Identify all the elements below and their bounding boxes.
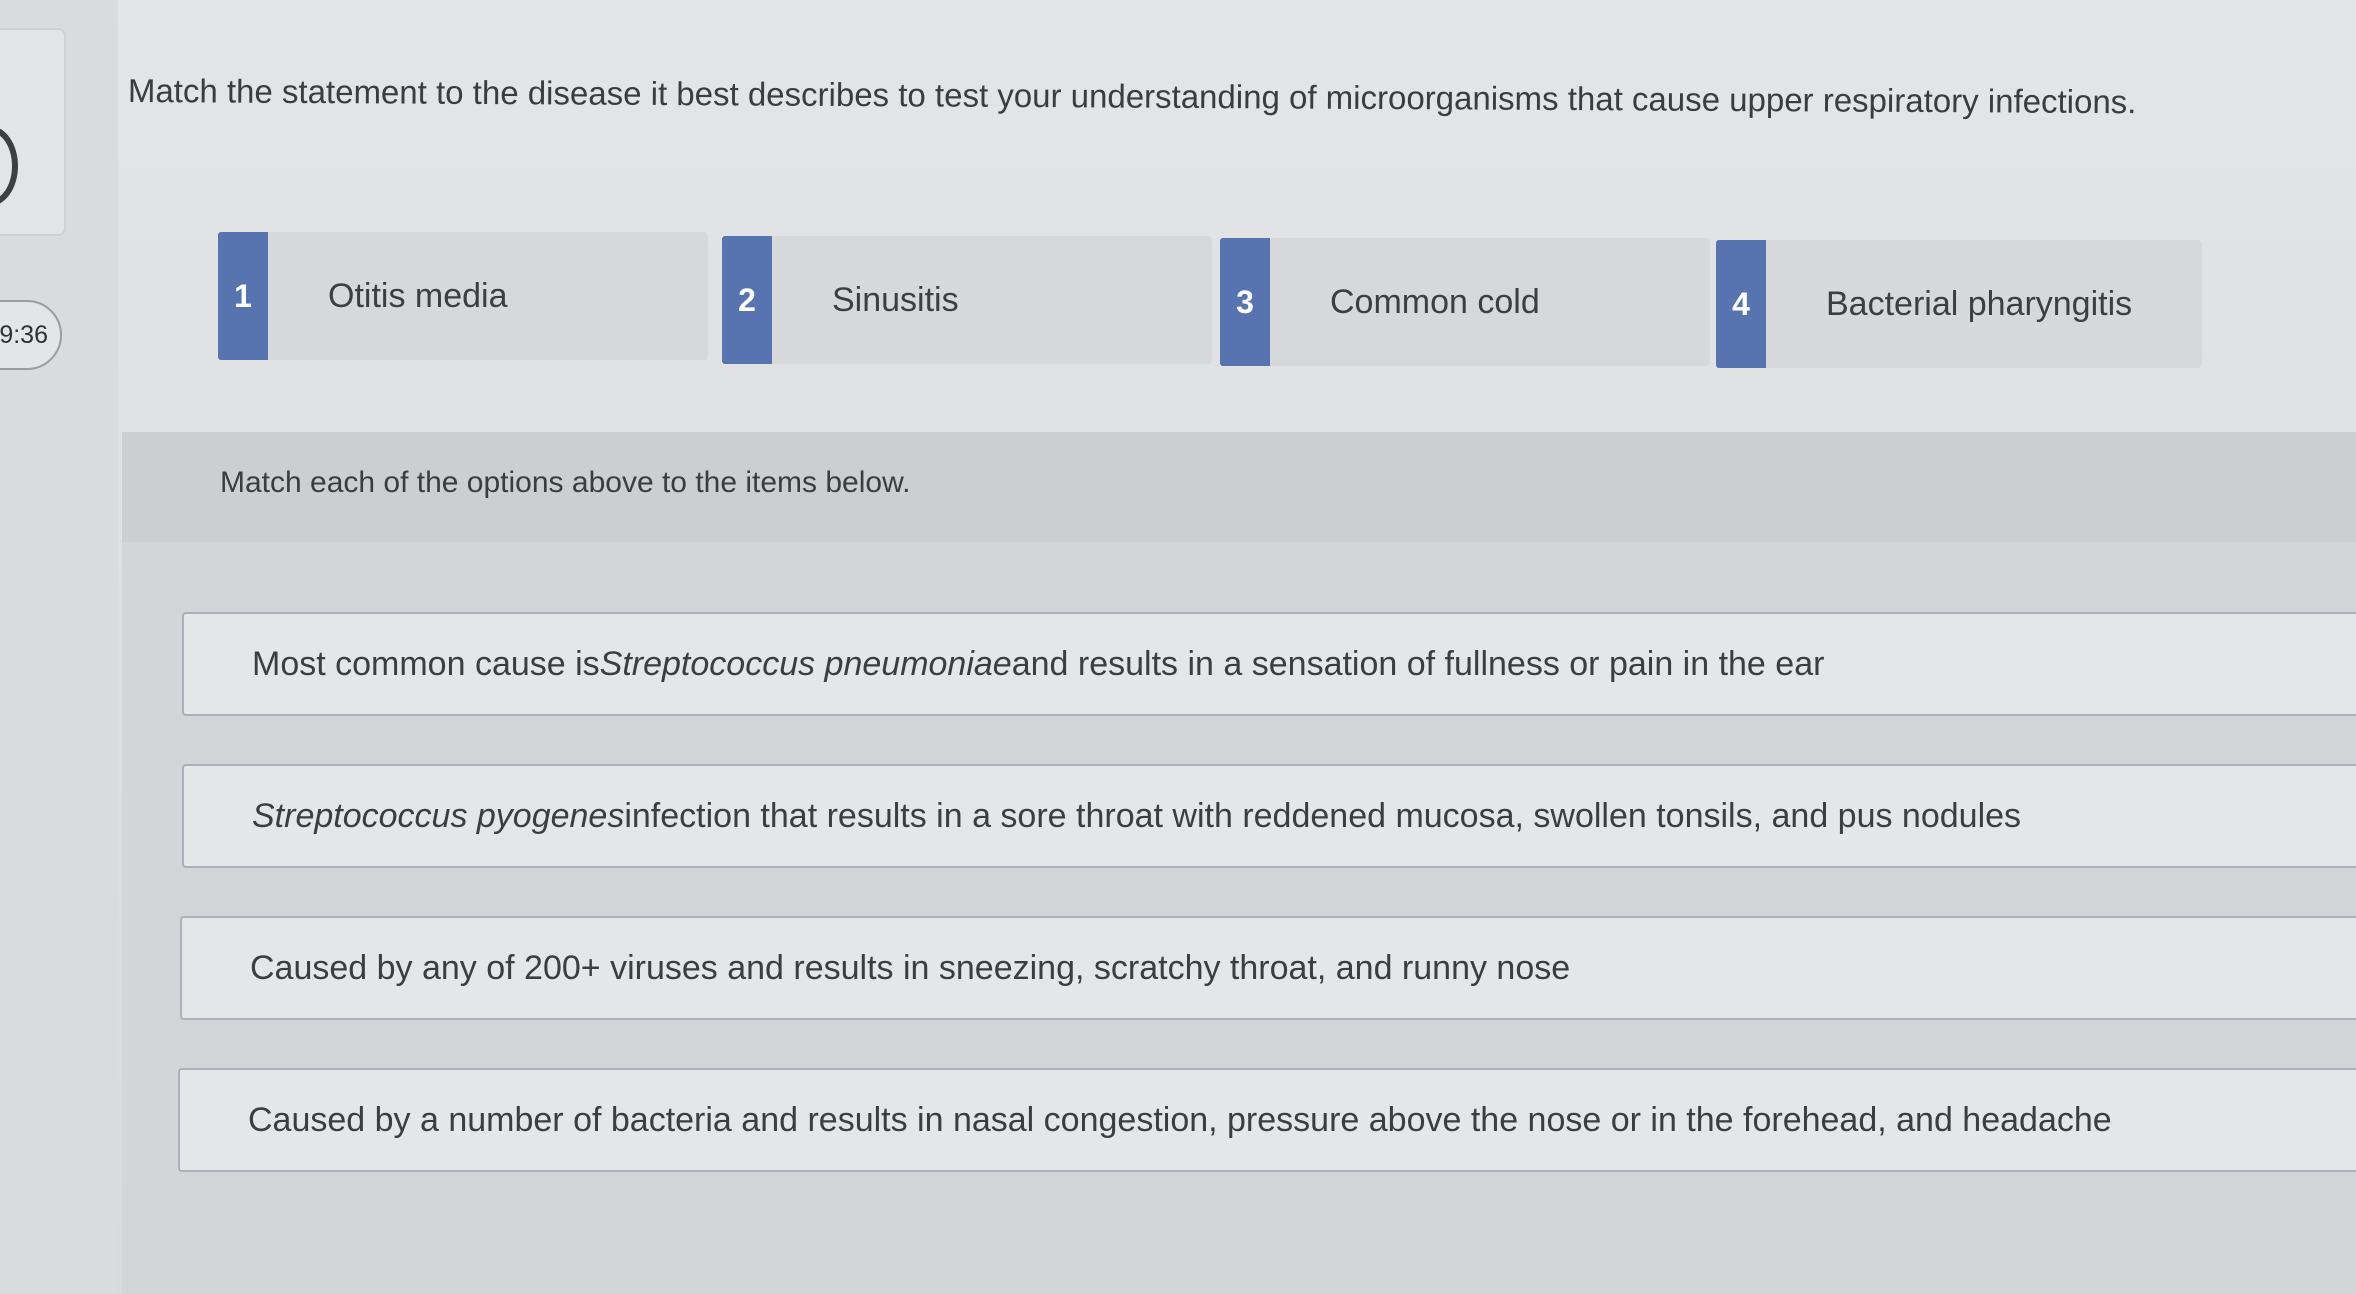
match-item-organism: Streptococcus pneumoniae: [599, 644, 1012, 683]
option-chip-3[interactable]: 3 Common cold: [1220, 238, 1710, 366]
match-item-4[interactable]: Caused by a number of bacteria and resul…: [178, 1068, 2356, 1172]
match-item-pre: Caused by a number of bacteria and resul…: [248, 1100, 2112, 1139]
progress-card[interactable]: [0, 28, 66, 236]
match-item-3[interactable]: Caused by any of 200+ viruses and result…: [180, 916, 2356, 1020]
option-number-badge: 4: [1716, 240, 1766, 368]
option-number-badge: 3: [1220, 238, 1270, 366]
option-label: Sinusitis: [832, 280, 959, 319]
timer-text: 9:36: [0, 320, 48, 349]
option-number-badge: 1: [218, 232, 268, 360]
question-instruction: Match the statement to the disease it be…: [127, 72, 2137, 121]
match-item-pre: Caused by any of 200+ viruses and result…: [250, 948, 1571, 987]
match-panel: Match each of the options above to the i…: [122, 432, 2356, 1294]
match-item-post: infection that results in a sore throat …: [624, 796, 2022, 835]
match-item-post: and results in a sensation of fullness o…: [1011, 644, 1825, 683]
quiz-page: 9:36 Match the statement to the disease …: [0, 0, 2356, 1294]
option-chip-2[interactable]: 2 Sinusitis: [722, 236, 1212, 364]
timer-badge: 9:36: [0, 300, 62, 370]
option-label: Common cold: [1330, 282, 1540, 321]
option-chip-1[interactable]: 1 Otitis media: [218, 232, 708, 360]
match-item-pre: Most common cause is: [252, 644, 600, 683]
left-rail: 9:36: [0, 0, 118, 1294]
match-instruction: Match each of the options above to the i…: [220, 466, 911, 499]
match-item-2[interactable]: Streptococcus pyogenes infection that re…: [182, 764, 2356, 868]
match-item-organism: Streptococcus pyogenes: [252, 796, 625, 835]
match-panel-header: Match each of the options above to the i…: [122, 432, 2356, 542]
match-item-1[interactable]: Most common cause is Streptococcus pneum…: [182, 612, 2356, 716]
progress-ring-icon: [0, 126, 18, 206]
option-label: Otitis media: [328, 276, 508, 315]
option-label: Bacterial pharyngitis: [1826, 284, 2133, 323]
option-number-badge: 2: [722, 236, 772, 364]
option-chip-4[interactable]: 4 Bacterial pharyngitis: [1716, 240, 2202, 368]
